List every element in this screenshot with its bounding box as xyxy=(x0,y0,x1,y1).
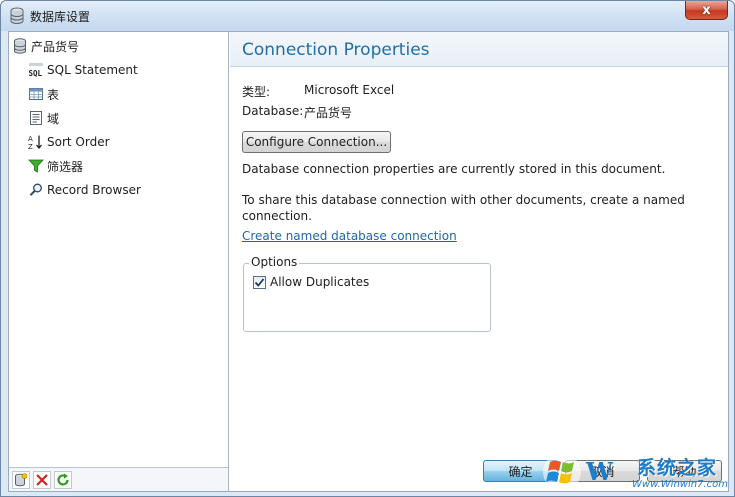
tree-item-table[interactable]: 表 xyxy=(28,84,59,104)
ok-button[interactable]: 确定 xyxy=(483,460,558,482)
options-legend: Options xyxy=(249,255,300,269)
close-icon: x xyxy=(702,2,711,18)
tree-item-sort-order[interactable]: A Z Sort Order xyxy=(28,132,110,152)
tree-item-label: SQL Statement xyxy=(47,63,138,77)
tree-item-label: 筛选器 xyxy=(47,159,84,174)
tree-item-filter[interactable]: 筛选器 xyxy=(28,156,83,176)
delete-icon xyxy=(36,474,48,486)
checkmark-icon xyxy=(254,278,265,287)
fields-icon xyxy=(30,111,42,125)
tree-root-database[interactable]: 产品货号 xyxy=(12,36,79,56)
share-connection-text-line1: To share this database connection with o… xyxy=(242,193,685,207)
allow-duplicates-checkbox[interactable] xyxy=(253,276,266,289)
tree-root-label: 产品货号 xyxy=(31,39,80,54)
tree-item-label: 域 xyxy=(47,111,60,126)
table-icon xyxy=(29,88,43,100)
sql-icon: SQL xyxy=(29,63,43,78)
title-bar[interactable]: 数据库设置 x xyxy=(1,1,734,31)
dialog-window: 数据库设置 x 产品货号 SQL SQL Statement 表 域 A Z S… xyxy=(0,0,735,497)
options-group: Options Allow Duplicates xyxy=(243,255,491,332)
tree-item-label: Sort Order xyxy=(47,135,110,149)
database-value: 产品货号 xyxy=(304,106,353,120)
add-database-button[interactable] xyxy=(12,471,30,489)
magnifier-icon xyxy=(29,183,42,196)
configure-connection-button[interactable]: Configure Connection... xyxy=(242,131,391,153)
database-label: Database: xyxy=(242,104,304,118)
svg-text:Z: Z xyxy=(28,143,33,150)
properties-pane: Connection Properties 类型: Microsoft Exce… xyxy=(230,32,728,491)
tree-item-label: Record Browser xyxy=(47,183,141,197)
svg-text:A: A xyxy=(28,135,33,143)
sort-az-icon: A Z xyxy=(28,135,42,150)
tree-toolbar xyxy=(9,467,228,491)
create-named-connection-link[interactable]: Create named database connection xyxy=(242,229,457,243)
settings-tree: 产品货号 SQL SQL Statement 表 域 A Z Sort Orde… xyxy=(9,32,229,491)
tree-item-fields[interactable]: 域 xyxy=(28,108,59,128)
type-value: Microsoft Excel xyxy=(304,83,395,97)
tree-item-record-browser[interactable]: Record Browser xyxy=(28,180,141,200)
database-icon xyxy=(10,7,24,24)
tree-item-sql-statement[interactable]: SQL SQL Statement xyxy=(28,60,138,80)
allow-duplicates-label[interactable]: Allow Duplicates xyxy=(270,275,369,289)
database-icon xyxy=(14,38,26,54)
stored-connection-text: Database connection properties are curre… xyxy=(242,162,666,176)
add-database-icon xyxy=(15,473,28,487)
delete-button[interactable] xyxy=(33,471,51,489)
window-title: 数据库设置 xyxy=(30,10,91,24)
refresh-button[interactable] xyxy=(54,471,72,489)
close-button[interactable]: x xyxy=(685,1,728,20)
filter-icon xyxy=(28,159,44,173)
svg-text:SQL: SQL xyxy=(29,69,43,78)
help-button[interactable]: 帮助 xyxy=(647,460,722,482)
page-title: Connection Properties xyxy=(242,40,430,60)
share-connection-text-line2: connection. xyxy=(242,209,312,223)
cancel-button[interactable]: 取消 xyxy=(565,460,640,482)
dialog-client-area: 产品货号 SQL SQL Statement 表 域 A Z Sort Orde… xyxy=(8,31,729,492)
type-label: 类型: xyxy=(242,85,271,99)
refresh-icon xyxy=(57,473,69,486)
tree-item-label: 表 xyxy=(47,87,60,102)
pane-header: Connection Properties xyxy=(230,32,728,67)
